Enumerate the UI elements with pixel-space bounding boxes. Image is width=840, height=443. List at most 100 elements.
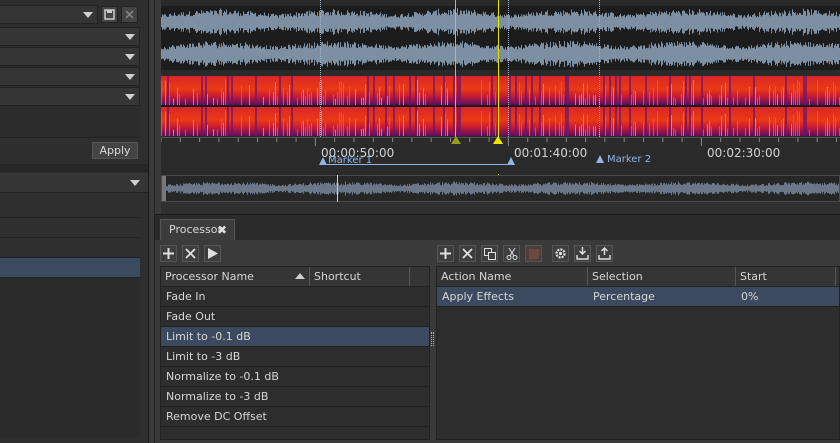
processor-name: Normalize to -0.1 dB <box>166 370 279 383</box>
list-item[interactable]: Remove DC Offset <box>161 407 429 427</box>
close-icon <box>125 10 134 19</box>
marker-label[interactable]: Marker 1 <box>328 155 372 166</box>
copy-icon <box>483 247 496 260</box>
remove-action-button[interactable] <box>459 245 476 262</box>
chevron-down-icon <box>125 54 135 60</box>
settings-button[interactable] <box>552 245 569 262</box>
ruler-gap <box>161 168 840 174</box>
marker-label[interactable]: Marker 2 <box>607 154 651 165</box>
option-dropdown-2[interactable] <box>0 47 140 66</box>
list-item[interactable]: Fade In <box>161 287 429 307</box>
option-dropdown-3[interactable] <box>0 67 140 86</box>
save-icon <box>104 9 115 20</box>
action-selection: Percentage <box>593 290 655 303</box>
chevron-down-icon <box>130 180 140 186</box>
column-header-selection[interactable]: Selection <box>588 267 736 286</box>
list-item[interactable]: Normalize to -3 dB <box>161 387 429 407</box>
import-button[interactable] <box>574 245 591 262</box>
sort-ascending-icon <box>295 273 305 279</box>
spectrogram <box>161 76 840 136</box>
option-dropdown-1[interactable] <box>0 27 140 46</box>
export-icon <box>598 247 611 260</box>
action-start: 0% <box>741 290 759 303</box>
export-button[interactable] <box>596 245 613 262</box>
processor-list: Processor Name Shortcut Fade In Fade Out… <box>160 266 430 440</box>
list-item[interactable]: Limit to -3 dB <box>161 347 429 367</box>
playhead-handle[interactable] <box>493 136 503 144</box>
processor-name: Fade In <box>166 290 206 303</box>
divider <box>0 164 148 172</box>
overview-playhead <box>337 175 338 202</box>
add-action-button[interactable] <box>437 245 454 262</box>
processor-name: Limit to -3 dB <box>166 350 241 363</box>
marker-icon[interactable] <box>596 155 604 163</box>
processor-name: Normalize to -3 dB <box>166 390 269 403</box>
file-dropdown[interactable] <box>0 173 148 193</box>
tab-label: Processor <box>169 223 222 236</box>
list-item[interactable]: Fade Out <box>161 307 429 327</box>
list-item[interactable] <box>0 218 140 238</box>
plus-icon <box>440 248 451 259</box>
copy-action-button[interactable] <box>481 245 498 262</box>
marker-icon[interactable] <box>507 157 515 165</box>
time-ruler[interactable]: 00:00:50:00 00:01:40:00 00:02:30:00 Mark… <box>161 136 840 168</box>
apply-button[interactable]: Apply <box>92 142 138 159</box>
action-name: Apply Effects <box>442 290 514 303</box>
column-header-shortcut[interactable]: Shortcut <box>310 267 410 286</box>
splitter[interactable] <box>148 0 149 443</box>
processor-name: Limit to -0.1 dB <box>166 330 251 343</box>
list-item-selected[interactable]: Limit to -0.1 dB <box>161 327 429 347</box>
marker-icon[interactable] <box>319 157 327 165</box>
tick-label: 00:02:30:00 <box>707 146 781 160</box>
add-processor-button[interactable] <box>160 245 177 262</box>
paste-icon <box>528 248 539 259</box>
pane-splitter-grip[interactable] <box>431 332 434 346</box>
column-label: Processor Name <box>165 270 254 283</box>
play-icon <box>208 248 218 259</box>
close-icon[interactable]: ✖ <box>217 220 227 240</box>
list-item[interactable] <box>0 198 140 218</box>
scrollbar-area[interactable] <box>161 202 840 214</box>
list-item[interactable]: Normalize to -0.1 dB <box>161 367 429 387</box>
processor-tabbar: Processor ✖ <box>155 214 840 241</box>
chevron-down-icon <box>83 12 93 18</box>
run-processor-button[interactable] <box>204 245 221 262</box>
close-icon <box>185 248 196 259</box>
plus-icon <box>163 248 174 259</box>
overview-wave <box>166 181 839 196</box>
import-icon <box>576 247 589 260</box>
tab-processor[interactable]: Processor ✖ <box>160 219 235 241</box>
options-area <box>0 107 140 138</box>
tick-label: 00:01:40:00 <box>514 146 588 160</box>
list-item[interactable] <box>0 238 140 258</box>
option-dropdown-4[interactable] <box>0 87 140 106</box>
processor-panel: Processor Name Shortcut Fade In Fade Out… <box>155 240 840 443</box>
column-header-start[interactable]: Start <box>736 267 836 286</box>
column-header-action-name[interactable]: Action Name <box>437 267 588 286</box>
processor-name: Remove DC Offset <box>166 410 267 423</box>
table-row[interactable]: Apply Effects Percentage 0% <box>437 287 839 307</box>
chevron-down-icon <box>125 94 135 100</box>
preset-dropdown[interactable] <box>0 5 98 24</box>
loop-start-line[interactable] <box>455 0 456 142</box>
close-icon <box>462 248 473 259</box>
paste-action-button[interactable] <box>525 245 542 262</box>
column-header-processor-name[interactable]: Processor Name <box>161 267 310 286</box>
scissors-icon <box>506 247 517 260</box>
list-empty-area <box>0 278 140 438</box>
save-preset-button[interactable] <box>101 6 118 23</box>
left-panel: Apply <box>0 0 148 443</box>
waveform-channel-left <box>161 6 840 38</box>
gear-icon <box>555 248 566 259</box>
processor-list-header: Processor Name Shortcut <box>161 267 429 287</box>
action-table: Action Name Selection Start Apply Effect… <box>436 266 840 440</box>
action-table-header: Action Name Selection Start <box>437 267 839 287</box>
loop-start-handle[interactable] <box>451 136 461 144</box>
list-item-selected[interactable] <box>0 258 140 278</box>
cut-action-button[interactable] <box>503 245 520 262</box>
overview-waveform[interactable] <box>161 175 840 202</box>
waveform-channel-right <box>161 38 840 70</box>
chevron-down-icon <box>125 74 135 80</box>
delete-preset-button[interactable] <box>121 6 138 23</box>
remove-processor-button[interactable] <box>182 245 199 262</box>
